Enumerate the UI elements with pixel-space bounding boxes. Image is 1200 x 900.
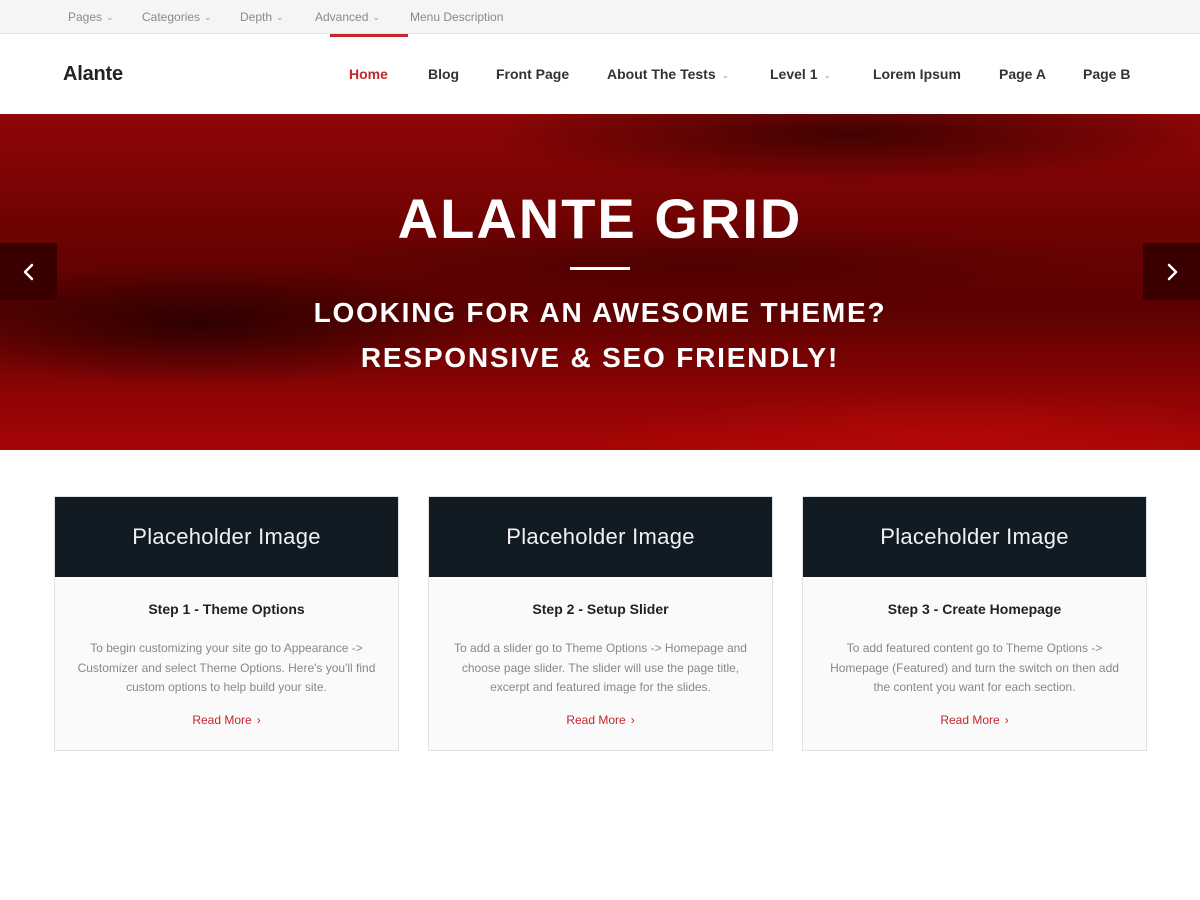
nav-item-lorem-ipsum[interactable]: Lorem Ipsum — [873, 34, 961, 114]
feature-card-1: Placeholder Image Step 1 - Theme Options… — [54, 496, 399, 751]
nav-item-label: Page A — [999, 66, 1046, 82]
slider-next-button[interactable] — [1143, 243, 1200, 300]
read-more-link[interactable]: Read More › — [803, 713, 1146, 727]
placeholder-image-label: Placeholder Image — [506, 524, 695, 549]
topbar-menu-description[interactable]: Menu Description — [410, 0, 503, 34]
hero-title: ALANTE GRID — [397, 187, 803, 250]
topbar-menu-categories[interactable]: Categories ⌄ — [142, 0, 212, 34]
slider-prev-button[interactable] — [0, 243, 57, 300]
chevron-left-icon — [23, 263, 33, 280]
card-title: Step 2 - Setup Slider — [532, 601, 669, 617]
chevron-down-icon: ⌄ — [106, 12, 114, 22]
nav-item-page-b[interactable]: Page B — [1083, 34, 1130, 114]
nav-item-label: About The Tests — [607, 66, 716, 82]
nav-item-label: Page B — [1083, 66, 1131, 82]
card-placeholder-image: Placeholder Image — [429, 497, 772, 577]
nav-item-label: Home — [349, 66, 388, 82]
nav-item-label: Lorem Ipsum — [873, 66, 961, 82]
topbar-menu-label: Pages — [68, 10, 103, 24]
site-logo[interactable]: Alante — [63, 34, 123, 114]
topbar-menu-label: Depth — [240, 10, 273, 24]
nav-item-home[interactable]: Home — [349, 34, 388, 114]
nav-item-page-a[interactable]: Page A — [999, 34, 1046, 114]
hero-slider: ALANTE GRID LOOKING FOR AN AWESOME THEME… — [0, 114, 1200, 450]
hero-tagline-2: RESPONSIVE & SEO FRIENDLY! — [360, 342, 840, 373]
chevron-down-icon: ⌄ — [204, 12, 212, 22]
card-placeholder-image: Placeholder Image — [803, 497, 1146, 577]
placeholder-image-label: Placeholder Image — [132, 524, 321, 549]
site-header: Alante Home Blog Front Page About The Te… — [0, 34, 1200, 114]
read-more-link[interactable]: Read More › — [429, 713, 772, 727]
read-more-label: Read More — [940, 713, 1000, 727]
top-utility-bar: Pages ⌄ Categories ⌄ Depth ⌄ Advanced ⌄ Menu… — [0, 0, 1200, 34]
topbar-menu-pages[interactable]: Pages ⌄ — [68, 0, 114, 34]
card-placeholder-image: Placeholder Image — [55, 497, 398, 577]
nav-item-about-the-tests[interactable]: About The Tests ⌄ — [607, 34, 729, 114]
nav-item-label: Level 1 — [770, 66, 818, 82]
topbar-menu-depth[interactable]: Depth ⌄ — [240, 0, 284, 34]
card-title: Step 3 - Create Homepage — [887, 601, 1062, 617]
read-more-label: Read More — [192, 713, 252, 727]
chevron-right-icon: › — [630, 713, 635, 727]
chevron-down-icon: ⌄ — [372, 12, 380, 22]
nav-item-blog[interactable]: Blog — [428, 34, 459, 114]
chevron-right-icon: › — [1004, 713, 1009, 727]
topbar-menu-label: Categories — [142, 10, 201, 24]
card-description: To add a slider go to Theme Options -> H… — [454, 641, 747, 694]
nav-item-label: Front Page — [496, 66, 570, 82]
topbar-menu-label: Advanced — [315, 10, 369, 24]
chevron-down-icon: ⌄ — [721, 70, 730, 80]
chevron-right-icon — [1167, 263, 1177, 280]
hero-divider — [570, 267, 630, 270]
chevron-down-icon: ⌄ — [823, 70, 832, 80]
placeholder-image-label: Placeholder Image — [880, 524, 1069, 549]
topbar-menu-label: Menu Description — [410, 10, 504, 24]
hero-tagline-1: LOOKING FOR AN AWESOME THEME? — [313, 297, 887, 328]
nav-item-label: Blog — [428, 66, 460, 82]
feature-card-3: Placeholder Image Step 3 - Create Homepa… — [802, 496, 1147, 751]
chevron-down-icon: ⌄ — [276, 12, 284, 22]
feature-card-2: Placeholder Image Step 2 - Setup Slider … — [428, 496, 773, 751]
read-more-label: Read More — [566, 713, 626, 727]
topbar-menu-advanced[interactable]: Advanced ⌄ — [315, 0, 380, 34]
card-title: Step 1 - Theme Options — [148, 601, 305, 617]
card-description: To add featured content go to Theme Opti… — [830, 641, 1119, 694]
nav-item-front-page[interactable]: Front Page — [496, 34, 569, 114]
nav-item-level-1[interactable]: Level 1 ⌄ — [770, 34, 831, 114]
card-description: To begin customizing your site go to App… — [77, 641, 376, 694]
read-more-link[interactable]: Read More › — [55, 713, 398, 727]
chevron-right-icon: › — [256, 713, 261, 727]
